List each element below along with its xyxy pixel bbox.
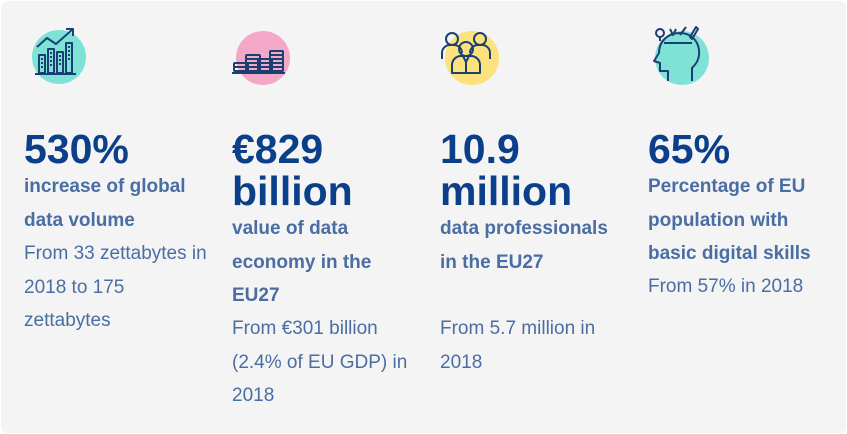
stat-description: data professionals in the EU27 <box>440 218 608 273</box>
stat-detail: From 5.7 million in 2018 <box>440 318 596 373</box>
coin-stacks-icon <box>232 25 296 89</box>
stat-detail: From 57% in 2018 <box>648 276 804 297</box>
stat-description: value of data economy in the EU27 <box>232 218 372 306</box>
stat-value: 10.9 million <box>440 126 573 214</box>
stat-value: 530% <box>24 126 129 172</box>
stat-value: €829 billion <box>232 126 353 214</box>
stat-detail: From €301 billion (2.4% of EU GDP) in 20… <box>232 318 408 406</box>
infographic-panel: 530% increase of global data volume From… <box>1 1 846 433</box>
stat-value: 65% <box>648 126 731 172</box>
stat-description: increase of global data volume <box>24 176 186 231</box>
professionals-icon <box>440 25 504 89</box>
digital-skills-head-icon <box>648 25 712 89</box>
stat-description: Percentage of EU population with basic d… <box>648 176 811 264</box>
growth-chart-icon <box>30 25 94 89</box>
stat-detail: From 33 zettabytes in 2018 to 175 zettab… <box>24 243 207 331</box>
